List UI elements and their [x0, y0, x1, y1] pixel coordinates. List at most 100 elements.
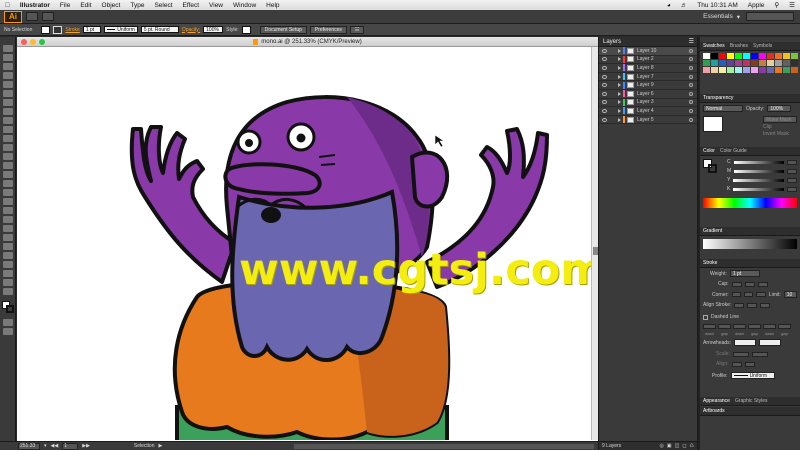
tab-color-guide[interactable]: Color Guide: [720, 148, 747, 154]
projecting-cap-icon[interactable]: [757, 281, 768, 287]
volume-icon[interactable]: ♬: [676, 2, 693, 9]
stroke-box[interactable]: [6, 305, 14, 313]
eye-icon[interactable]: [602, 83, 607, 88]
menubar-clock[interactable]: Thu 10:31 AM: [692, 2, 742, 9]
target-icon[interactable]: [689, 83, 693, 88]
swatch[interactable]: [751, 67, 758, 73]
apple-logo-icon[interactable]: : [0, 2, 15, 9]
stroke-panel-link[interactable]: Stroke: [65, 27, 79, 33]
swatch[interactable]: [791, 60, 798, 66]
tab-graphic-styles[interactable]: Graphic Styles: [735, 398, 768, 404]
tab-color[interactable]: Color: [703, 148, 715, 154]
free-transform-tool-icon[interactable]: [3, 180, 13, 187]
tab-transparency[interactable]: Transparency: [703, 95, 733, 101]
layer-name[interactable]: Layer 2: [637, 56, 654, 62]
arrowhead-start-select[interactable]: [734, 339, 757, 346]
swatch[interactable]: [783, 60, 790, 66]
swatch[interactable]: [767, 53, 774, 59]
butt-cap-icon[interactable]: [731, 281, 742, 287]
lock-toggle[interactable]: [610, 65, 615, 70]
layer-row[interactable]: Layer 7: [599, 73, 697, 82]
arrow-scale-end[interactable]: [751, 351, 768, 357]
last-artboard-icon[interactable]: ▶▶: [82, 443, 90, 449]
layer-name[interactable]: Layer 9: [637, 82, 654, 88]
tab-stroke[interactable]: Stroke: [703, 260, 717, 266]
pencil-tool-icon[interactable]: [3, 126, 13, 133]
column-graph-tool-icon[interactable]: [3, 252, 13, 259]
swatch[interactable]: [703, 53, 710, 59]
menu-edit[interactable]: Edit: [75, 2, 96, 9]
zoom-level-field[interactable]: 251.33: [18, 442, 40, 450]
layer-name[interactable]: Layer 3: [637, 99, 654, 105]
layer-name[interactable]: Layer 7: [637, 74, 654, 80]
swatch[interactable]: [791, 67, 798, 73]
dash-input-1[interactable]: [703, 324, 716, 329]
swatch[interactable]: [791, 53, 798, 59]
swatch[interactable]: [743, 67, 750, 73]
slice-tool-icon[interactable]: [3, 270, 13, 277]
dash-input-2[interactable]: [733, 324, 746, 329]
layer-name[interactable]: Layer 5: [637, 117, 654, 123]
swatch[interactable]: [775, 67, 782, 73]
slider-m[interactable]: [734, 169, 784, 173]
menu-window[interactable]: Window: [228, 2, 261, 9]
arrowhead-end-select[interactable]: [759, 339, 782, 346]
transparency-opacity-field[interactable]: 100%: [767, 105, 792, 112]
swatch[interactable]: [751, 53, 758, 59]
layer-row[interactable]: Layer 2: [599, 55, 697, 65]
color-spectrum[interactable]: [703, 198, 797, 208]
eye-icon[interactable]: [602, 48, 607, 53]
layer-row[interactable]: Layer 10: [599, 47, 697, 56]
spotlight-icon[interactable]: ⚲: [769, 1, 784, 9]
blend-mode-select[interactable]: Normal: [703, 105, 743, 112]
shape-builder-tool-icon[interactable]: [3, 189, 13, 196]
screen-mode-icon[interactable]: [3, 328, 13, 335]
lock-toggle[interactable]: [610, 100, 615, 105]
swatch[interactable]: [711, 53, 718, 59]
bridge-button[interactable]: [26, 12, 38, 21]
swatch[interactable]: [711, 60, 718, 66]
lasso-tool-icon[interactable]: [3, 72, 13, 79]
profile-select[interactable]: Uniform: [730, 372, 775, 379]
swatch[interactable]: [727, 60, 734, 66]
tab-symbols[interactable]: Symbols: [753, 43, 772, 49]
disclosure-triangle-icon[interactable]: [618, 117, 621, 122]
stroke-weight-field[interactable]: 1 pt: [82, 26, 101, 33]
swatch[interactable]: [719, 60, 726, 66]
gradient-preview[interactable]: [703, 239, 797, 249]
disclosure-triangle-icon[interactable]: [618, 100, 621, 105]
value-c[interactable]: [787, 159, 797, 165]
brush-definition[interactable]: 5 pt. Round: [140, 26, 179, 33]
stroke-weight-input[interactable]: 1 pt: [729, 270, 760, 277]
eye-icon[interactable]: [602, 65, 607, 70]
align-outside-icon[interactable]: [760, 302, 771, 308]
first-artboard-icon[interactable]: ◀◀: [51, 443, 59, 449]
layer-row[interactable]: Layer 9: [599, 81, 697, 90]
wifi-icon[interactable]: ◕: [662, 2, 676, 9]
bevel-join-icon[interactable]: [756, 292, 766, 297]
locate-object-icon[interactable]: ◎: [660, 443, 664, 449]
disclosure-triangle-icon[interactable]: [618, 48, 621, 53]
disclosure-triangle-icon[interactable]: [618, 91, 621, 96]
swatch[interactable]: [719, 53, 726, 59]
character-artwork[interactable]: [17, 47, 591, 440]
status-menu-icon[interactable]: ▶: [159, 443, 163, 449]
opacity-field[interactable]: 100%: [203, 26, 224, 33]
arrow-scale-start[interactable]: [732, 351, 749, 357]
artboard-number-field[interactable]: 1: [62, 442, 79, 450]
paintbrush-tool-icon[interactable]: [3, 117, 13, 124]
new-sublayer-icon[interactable]: ◫: [675, 443, 680, 449]
preferences-button[interactable]: Preferences: [309, 25, 347, 34]
gap-input-2[interactable]: [748, 324, 761, 329]
slider-y[interactable]: [733, 178, 784, 182]
swatch[interactable]: [743, 53, 750, 59]
align-center-icon[interactable]: [734, 302, 745, 308]
lock-toggle[interactable]: [610, 48, 615, 53]
zoom-tool-icon[interactable]: [3, 288, 13, 295]
menu-file[interactable]: File: [55, 2, 75, 9]
swatch[interactable]: [727, 53, 734, 59]
panel-menu-icon[interactable]: ☰: [689, 38, 694, 45]
tab-appearance[interactable]: Appearance: [703, 398, 730, 404]
target-icon[interactable]: [689, 57, 693, 62]
mesh-tool-icon[interactable]: [3, 207, 13, 214]
